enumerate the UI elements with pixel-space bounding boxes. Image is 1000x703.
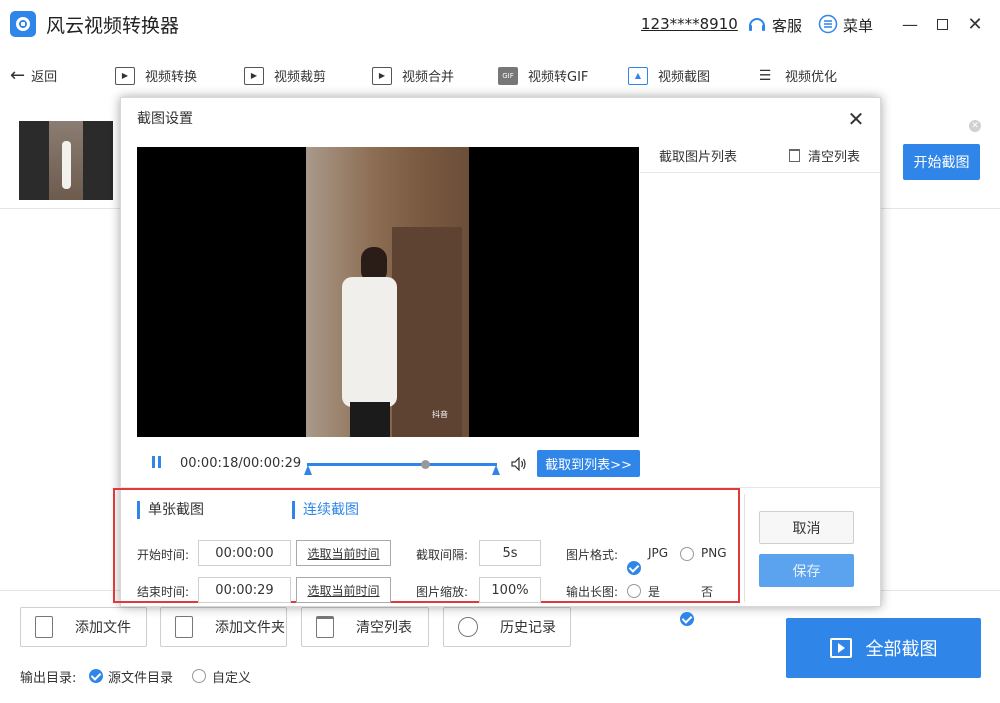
clock-icon [458, 617, 478, 637]
menu-icon[interactable] [818, 14, 838, 34]
video-preview[interactable]: 抖音 [137, 147, 639, 437]
play-icon [829, 638, 852, 658]
app-logo-icon [10, 11, 36, 37]
long-image-no-radio[interactable] [680, 612, 694, 626]
dialog-clear-list-button[interactable]: 清空列表 [789, 146, 860, 165]
toolbar-item-video-merge[interactable]: ▶ 视频合并 [372, 66, 454, 85]
long-image-yes-label[interactable]: 是 [648, 583, 660, 600]
toolbar-item-video-convert[interactable]: ▶ 视频转换 [115, 66, 197, 85]
menu-button[interactable]: 菜单 [843, 15, 873, 36]
screenshot-icon: ▲ [628, 66, 648, 85]
save-button[interactable]: 保存 [759, 554, 854, 587]
video-crop-icon: ▶ [244, 66, 264, 85]
back-button[interactable]: ← 返回 [10, 66, 57, 85]
output-custom-label[interactable]: 自定义 [212, 667, 251, 686]
playhead-knob[interactable] [420, 460, 430, 469]
dialog-title: 截图设置 [137, 111, 193, 127]
toolbar-item-video-crop[interactable]: ▶ 视频裁剪 [244, 66, 326, 85]
toolbar-item-video-optimize[interactable]: ☰ 视频优化 [755, 66, 838, 86]
cancel-button[interactable]: 取消 [759, 511, 854, 544]
output-source-radio[interactable] [89, 669, 103, 683]
toolbar-item-label: 视频转换 [145, 70, 198, 85]
add-file-button[interactable]: 添加文件 [20, 607, 147, 647]
start-time-field[interactable]: 00:00:00 [198, 540, 291, 566]
volume-icon[interactable] [511, 457, 527, 471]
history-button[interactable]: 历史记录 [443, 607, 571, 647]
video-merge-icon: ▶ [372, 66, 392, 85]
output-source-label[interactable]: 源文件目录 [108, 667, 173, 686]
long-image-no-label[interactable]: 否 [701, 583, 713, 600]
output-dir-label: 输出目录: [20, 671, 77, 686]
pick-start-time-button[interactable]: 选取当前时间 [296, 540, 391, 566]
arrow-left-icon: ← [10, 64, 26, 86]
toolbar-item-label: 视频裁剪 [274, 70, 327, 85]
end-time-label: 结束时间: [137, 585, 190, 599]
timecode: 00:00:18/00:00:29 [180, 456, 302, 471]
pick-end-time-button[interactable]: 选取当前时间 [296, 577, 391, 603]
video-watermark: 抖音 [432, 410, 448, 419]
video-thumbnail[interactable] [19, 121, 113, 200]
minimize-icon[interactable]: — [898, 12, 922, 36]
headset-icon[interactable] [747, 14, 767, 34]
format-png-radio[interactable] [680, 547, 694, 561]
toolbar-item-label: 视频转GIF [528, 70, 589, 85]
pause-icon[interactable] [152, 456, 164, 470]
toolbar-item-video-gif[interactable]: GIF 视频转GIF [498, 66, 588, 85]
service-button[interactable]: 客服 [772, 15, 802, 36]
capture-list-title: 截取图片列表 [659, 150, 738, 165]
close-icon[interactable]: ✕ [963, 12, 987, 36]
trim-start-handle[interactable] [304, 465, 312, 475]
gif-icon: GIF [498, 66, 518, 85]
trash-icon [316, 616, 334, 638]
capture-all-label: 全部截图 [865, 639, 938, 660]
format-label: 图片格式: [566, 548, 619, 562]
start-time-label: 开始时间: [137, 548, 190, 562]
start-capture-button[interactable]: 开始截图 [903, 144, 980, 180]
long-image-yes-radio[interactable] [627, 584, 641, 598]
scale-field[interactable]: 100% [479, 577, 541, 603]
trash-icon [789, 149, 800, 162]
format-png-label[interactable]: PNG [701, 546, 727, 560]
trim-end-handle[interactable] [492, 465, 500, 475]
toolbar-item-label: 视频合并 [402, 70, 455, 85]
toolbar-item-video-screenshot[interactable]: ▲ 视频截图 [628, 66, 710, 85]
clear-list-button[interactable]: 清空列表 [301, 607, 429, 647]
folder-add-icon [175, 616, 193, 638]
add-folder-label: 添加文件夹 [215, 620, 285, 636]
interval-label: 截取间隔: [416, 548, 469, 562]
capture-all-button[interactable]: 全部截图 [786, 618, 981, 678]
format-jpg-radio[interactable] [627, 561, 641, 575]
long-image-label: 输出长图: [566, 585, 619, 599]
app-title: 风云视频转换器 [46, 15, 180, 37]
end-time-field[interactable]: 00:00:29 [198, 577, 291, 603]
toolbar-item-label: 视频截图 [658, 70, 711, 85]
tab-single-capture[interactable]: 单张截图 [137, 501, 204, 519]
tab-continuous-capture[interactable]: 连续截图 [292, 501, 359, 519]
format-jpg-label[interactable]: JPG [648, 546, 668, 560]
divider [744, 494, 745, 602]
add-folder-button[interactable]: 添加文件夹 [160, 607, 287, 647]
file-add-icon [35, 616, 53, 638]
app-window: 风云视频转换器 123****8910 客服 菜单 — ✕ ← 返回 ▶ 视频转… [0, 0, 1000, 703]
trim-slider[interactable] [304, 460, 500, 477]
output-custom-radio[interactable] [192, 669, 206, 683]
dialog-clear-list-label: 清空列表 [808, 150, 861, 165]
add-file-label: 添加文件 [75, 620, 131, 636]
history-label: 历史记录 [500, 620, 556, 636]
clear-list-label: 清空列表 [356, 620, 412, 636]
maximize-icon[interactable] [930, 12, 954, 36]
toolbar-item-label: 视频优化 [785, 70, 838, 85]
interval-field[interactable]: 5s [479, 540, 541, 566]
capture-to-list-button[interactable]: 截取到列表>> [537, 450, 640, 477]
video-convert-icon: ▶ [115, 66, 135, 85]
back-label: 返回 [31, 70, 58, 85]
remove-item-icon[interactable]: ✕ [969, 120, 981, 132]
optimize-icon: ☰ [758, 67, 772, 84]
divider [640, 172, 880, 173]
dialog-close-icon[interactable]: ✕ [846, 108, 866, 130]
scale-label: 图片缩放: [416, 585, 469, 599]
account-link[interactable]: 123****8910 [641, 15, 738, 33]
